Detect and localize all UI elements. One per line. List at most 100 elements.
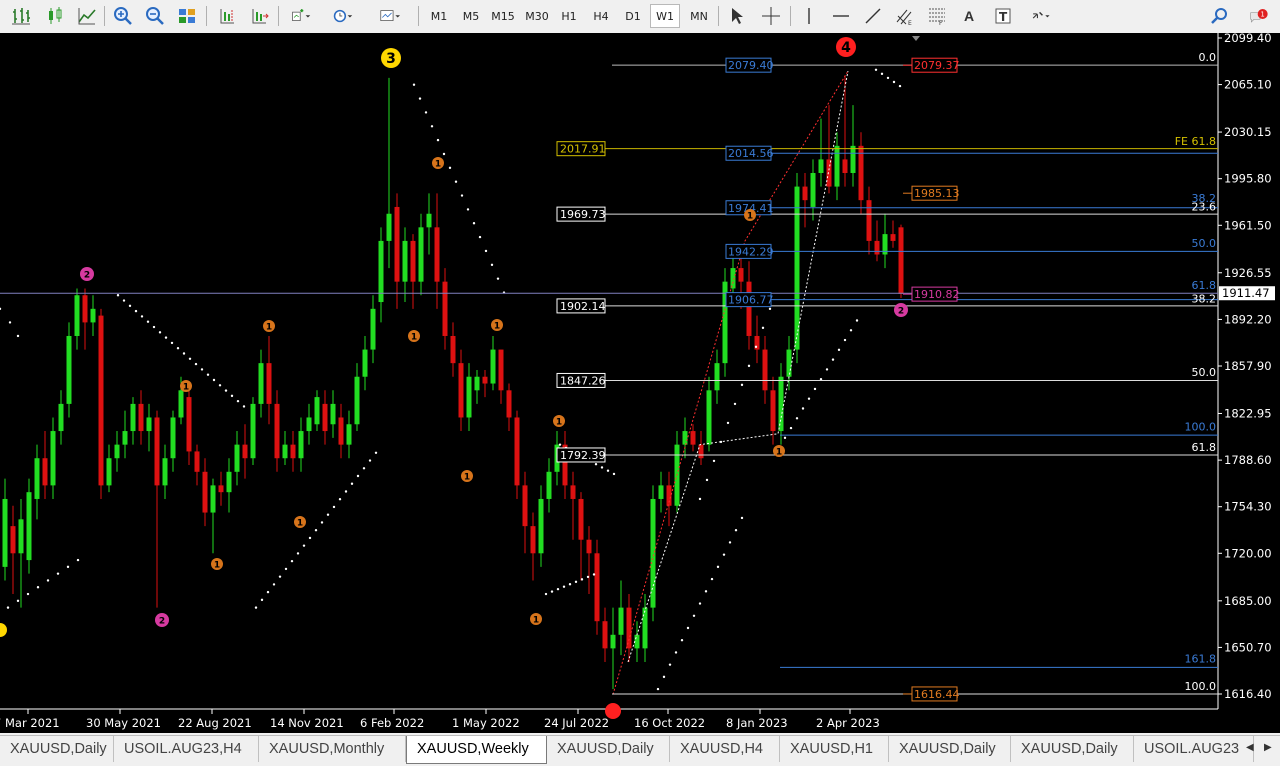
timeframe-m15[interactable]: M15 xyxy=(488,4,518,28)
sar-dot xyxy=(698,497,702,501)
candle-body xyxy=(466,376,472,418)
wave-label: 1 xyxy=(266,323,272,333)
sar-dot xyxy=(849,329,853,332)
tile-windows-icon[interactable] xyxy=(174,4,200,28)
periods-clock-icon[interactable] xyxy=(326,4,360,28)
candle-body xyxy=(818,159,824,174)
sar-dot xyxy=(783,436,787,440)
chart-tab[interactable]: XAUUSD,Daily xyxy=(0,736,114,762)
tabs-scroll-left-icon[interactable]: ◀ xyxy=(1246,742,1254,753)
zoom-out-icon[interactable] xyxy=(142,4,168,28)
chart-tab[interactable]: XAUUSD,Monthly xyxy=(259,736,406,762)
chart-tab[interactable]: XAUUSD,H1 xyxy=(780,736,889,762)
wave-label: 1 xyxy=(776,448,782,458)
sar-dot xyxy=(496,277,500,280)
sar-dot xyxy=(152,325,156,329)
candle-body xyxy=(338,417,344,445)
candle-body xyxy=(826,159,832,187)
timeframe-mn[interactable]: MN xyxy=(684,4,714,28)
sar-dot xyxy=(338,498,342,501)
sar-dot xyxy=(56,572,60,575)
level-label: 1985.13 xyxy=(914,187,960,200)
sar-dot xyxy=(726,421,730,425)
price-label: 1685.00 xyxy=(1224,594,1272,608)
candle-body xyxy=(210,485,216,513)
candle-body xyxy=(570,485,576,499)
candle-body xyxy=(898,227,904,294)
sar-dot xyxy=(592,573,596,576)
chart-tab[interactable]: XAUUSD,Weekly xyxy=(406,736,547,764)
price-chart[interactable]: 2099.40 2065.10 2030.15 1995.80 1961.50 1926.… xyxy=(0,33,1280,733)
sar-dot xyxy=(320,521,324,524)
trendline-icon[interactable] xyxy=(860,4,886,28)
sar-dot xyxy=(728,541,732,544)
timeframe-m1[interactable]: M1 xyxy=(424,4,454,28)
sar-dot xyxy=(550,590,554,593)
fib-label: 0.0 xyxy=(1199,51,1217,64)
level-label: 1847.26 xyxy=(560,374,606,387)
notifications-icon[interactable]: 1 xyxy=(1242,4,1274,28)
candlestick-chart-icon[interactable] xyxy=(42,4,68,28)
candle-body xyxy=(890,234,896,241)
price-label: 1754.30 xyxy=(1224,500,1272,514)
sar-dot xyxy=(230,394,234,398)
search-icon[interactable] xyxy=(1206,4,1232,28)
wave-label: 1 xyxy=(556,418,562,428)
timeframe-h1[interactable]: H1 xyxy=(554,4,584,28)
channel-icon[interactable]: E xyxy=(892,4,918,28)
level-label: 1969.73 xyxy=(560,208,606,221)
chart-tab[interactable]: USOIL.AUG23 xyxy=(1134,736,1254,762)
chart-shift-icon[interactable] xyxy=(214,4,240,28)
timeframe-m30[interactable]: M30 xyxy=(522,4,552,28)
date-label: 16 Oct 2022 xyxy=(634,716,705,730)
sar-dot xyxy=(224,389,228,392)
fib-label: 61.8 xyxy=(1192,441,1217,454)
candle-body xyxy=(738,268,744,282)
sar-dot xyxy=(898,84,902,88)
horizontal-line-icon[interactable] xyxy=(828,4,854,28)
candle-body xyxy=(802,186,808,201)
sar-dot xyxy=(436,138,440,142)
candle-body xyxy=(810,173,816,207)
templates-icon[interactable] xyxy=(372,4,408,28)
timeframe-m5[interactable]: M5 xyxy=(456,4,486,28)
autoscroll-icon[interactable] xyxy=(246,4,272,28)
timeframe-d1[interactable]: D1 xyxy=(618,4,648,28)
sar-dot xyxy=(831,358,835,361)
vertical-line-icon[interactable] xyxy=(796,4,822,28)
sar-dot xyxy=(478,235,482,239)
zoom-in-icon[interactable] xyxy=(110,4,136,28)
fibonacci-icon[interactable]: F xyxy=(924,4,950,28)
chart-tab[interactable]: XAUUSD,H4 xyxy=(670,736,780,762)
chart-tab[interactable]: XAUUSD,Daily xyxy=(547,736,670,762)
timeframe-w1[interactable]: W1 xyxy=(650,4,680,28)
sar-dot xyxy=(825,368,829,371)
wave-label: 1 xyxy=(464,473,470,483)
sar-dot xyxy=(314,529,318,532)
timeframe-h4[interactable]: H4 xyxy=(586,4,616,28)
crosshair-icon[interactable] xyxy=(758,4,784,28)
bar-chart-icon[interactable] xyxy=(8,4,34,28)
line-chart-icon[interactable] xyxy=(74,4,100,28)
wave-label: 1 xyxy=(214,561,220,571)
arrows-icon[interactable] xyxy=(1022,4,1060,28)
date-label: 30 May 2021 xyxy=(86,716,161,730)
candle-body xyxy=(794,186,800,350)
level-label: 1792.39 xyxy=(560,449,606,462)
tabs-scroll-right-icon[interactable]: ▶ xyxy=(1264,742,1272,753)
text-tool-icon[interactable]: A xyxy=(956,4,982,28)
text-label-icon[interactable]: T xyxy=(990,4,1016,28)
candle-body xyxy=(834,145,840,187)
chart-tab[interactable]: XAUUSD,Daily xyxy=(889,736,1011,762)
sar-dot xyxy=(374,451,378,454)
indicators-icon[interactable] xyxy=(284,4,318,28)
fib-label: 100.0 xyxy=(1185,680,1217,693)
candle-body xyxy=(682,431,688,445)
candle-body xyxy=(258,363,264,404)
candle-body xyxy=(322,403,328,432)
chart-tab[interactable]: USOIL.AUG23,H4 xyxy=(114,736,259,762)
chart-window[interactable]: 2099.40 2065.10 2030.15 1995.80 1961.50 1926.… xyxy=(0,33,1280,733)
chart-tab[interactable]: XAUUSD,Daily xyxy=(1011,736,1134,762)
cursor-icon[interactable] xyxy=(724,4,750,28)
sar-dot xyxy=(698,602,702,605)
